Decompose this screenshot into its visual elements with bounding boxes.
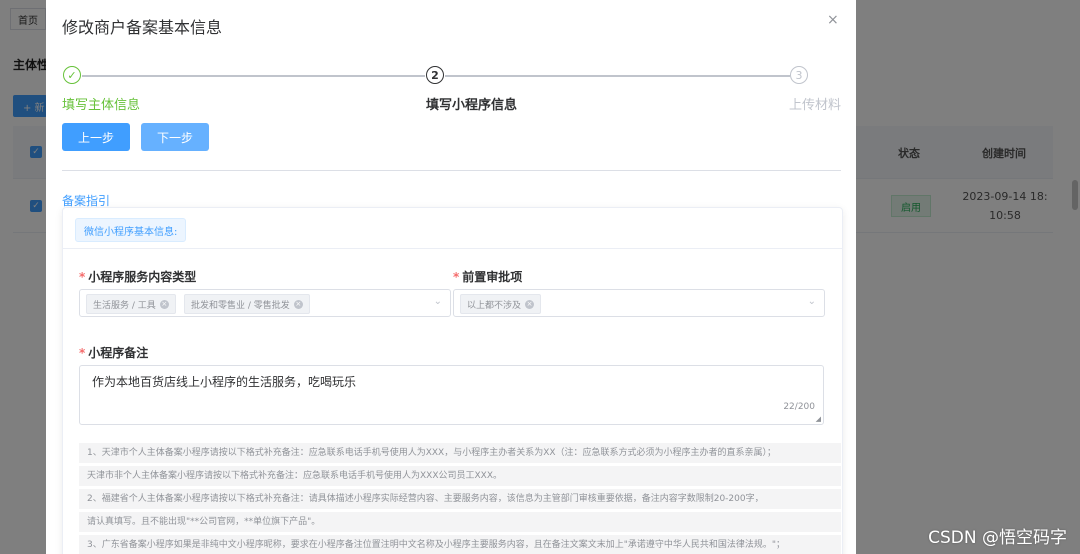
step-3-label: 上传材料 (789, 98, 842, 113)
pre-approval-label: * 前置审批项 (453, 268, 522, 285)
service-tag-1: 生活服务 / 工具 × (86, 294, 176, 314)
step-3-icon: 3 (790, 66, 808, 84)
note-line: 3、广东省备案小程序如果是非纯中文小程序昵称，要求在小程序备注位置注明中文名称及… (79, 535, 841, 554)
step-2-icon: 2 (426, 66, 444, 84)
service-type-label: * 小程序服务内容类型 (79, 268, 196, 285)
divider (62, 170, 841, 171)
close-icon[interactable]: × (827, 12, 839, 28)
edit-merchant-dialog: 修改商户备案基本信息 × ✓ 填写主体信息 2 填写小程序信息 3 上传材料 上… (46, 0, 856, 554)
service-type-select[interactable]: 生活服务 / 工具 × 批发和零售业 / 零售批发 × ⌄ (79, 289, 451, 317)
watermark: CSDN @悟空码字 (928, 528, 1067, 548)
step-2-label: 填写小程序信息 (426, 98, 518, 113)
note-line: 请认真填写。且不能出现"**公司官网，**单位旗下产品"。 (79, 512, 841, 532)
service-tag-1-text: 生活服务 / 工具 (93, 300, 156, 311)
chevron-down-icon[interactable]: ⌄ (808, 296, 816, 307)
pre-approval-tag-text: 以上都不涉及 (467, 300, 522, 311)
remark-notes: 1、天津市个人主体备案小程序请按以下格式补充备注：应急联系电话手机号使用人为XX… (79, 443, 841, 554)
tag-close-icon[interactable]: × (293, 299, 303, 309)
pre-approval-label-text: 前置审批项 (462, 270, 523, 284)
required-mark: * (79, 346, 86, 360)
resize-handle-icon[interactable]: ◢ (816, 415, 821, 423)
required-mark: * (79, 270, 86, 284)
tag-close-icon[interactable]: × (525, 299, 535, 309)
step-connector-2 (445, 75, 790, 77)
prev-step-button[interactable]: 上一步 (62, 123, 130, 151)
required-mark: * (453, 270, 460, 284)
note-line: 天津市非个人主体备案小程序请按以下格式补充备注：应急联系电话手机号使用人为XXX… (79, 466, 841, 486)
tag-close-icon[interactable]: × (159, 299, 169, 309)
service-tag-2-text: 批发和零售业 / 零售批发 (191, 300, 290, 311)
card-section-tag: 微信小程序基本信息: (75, 218, 187, 242)
pre-approval-select[interactable]: 以上都不涉及 × ⌄ (453, 289, 825, 317)
service-tag-2: 批发和零售业 / 零售批发 × (184, 294, 310, 314)
remark-label: * 小程序备注 (79, 344, 148, 361)
char-counter: 22/200 (783, 402, 815, 412)
remark-textarea[interactable]: 作为本地百货店线上小程序的生活服务，吃喝玩乐 22/200 ◢ (79, 365, 824, 425)
dialog-title: 修改商户备案基本信息 (62, 18, 223, 37)
note-line: 2、福建省个人主体备案小程序请按以下格式补充备注：请具体描述小程序实际经营内容、… (79, 489, 841, 509)
chevron-down-icon[interactable]: ⌄ (434, 296, 442, 307)
miniprogram-info-card: 微信小程序基本信息: * 小程序服务内容类型 生活服务 / 工具 × 批发和零售业 … (62, 207, 843, 554)
card-divider (63, 248, 842, 249)
pre-approval-tag: 以上都不涉及 × (460, 294, 542, 314)
service-type-label-text: 小程序服务内容类型 (88, 270, 197, 284)
remark-value: 作为本地百货店线上小程序的生活服务，吃喝玩乐 (92, 375, 357, 389)
remark-label-text: 小程序备注 (88, 346, 149, 360)
step-1-check-icon: ✓ (63, 66, 81, 84)
note-line: 1、天津市个人主体备案小程序请按以下格式补充备注：应急联系电话手机号使用人为XX… (79, 443, 841, 463)
step-connector-1 (82, 75, 425, 77)
next-step-button[interactable]: 下一步 (141, 123, 209, 151)
step-1-label: 填写主体信息 (62, 98, 141, 113)
